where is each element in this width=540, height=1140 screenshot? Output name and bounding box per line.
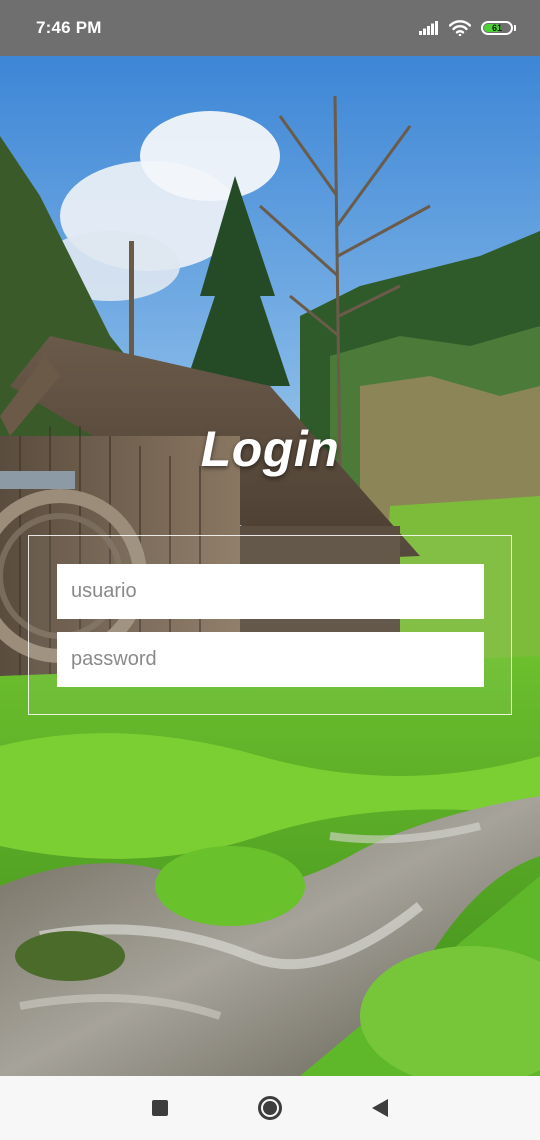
signal-icon bbox=[419, 21, 438, 35]
recents-button[interactable] bbox=[105, 1076, 215, 1140]
battery-icon: 61 bbox=[481, 21, 516, 35]
login-screen: 7:46 PM 61 Login usuario bbox=[0, 0, 540, 1140]
back-icon bbox=[372, 1099, 388, 1117]
status-time: 7:46 PM bbox=[36, 18, 102, 37]
wifi-icon bbox=[449, 20, 471, 36]
battery-level: 61 bbox=[491, 22, 502, 33]
back-button[interactable] bbox=[325, 1076, 435, 1140]
recents-icon bbox=[152, 1100, 168, 1116]
login-title: Login bbox=[200, 421, 340, 477]
home-button[interactable] bbox=[215, 1076, 325, 1140]
home-icon bbox=[258, 1096, 282, 1120]
battery-tip bbox=[514, 25, 516, 31]
status-bar: 7:46 PM 61 bbox=[0, 0, 540, 56]
login-form bbox=[28, 535, 512, 715]
status-icons: 61 bbox=[419, 20, 516, 36]
username-input[interactable] bbox=[57, 564, 484, 619]
navigation-bar bbox=[0, 1076, 540, 1140]
password-input[interactable] bbox=[57, 632, 484, 687]
battery-body: 61 bbox=[481, 21, 513, 35]
